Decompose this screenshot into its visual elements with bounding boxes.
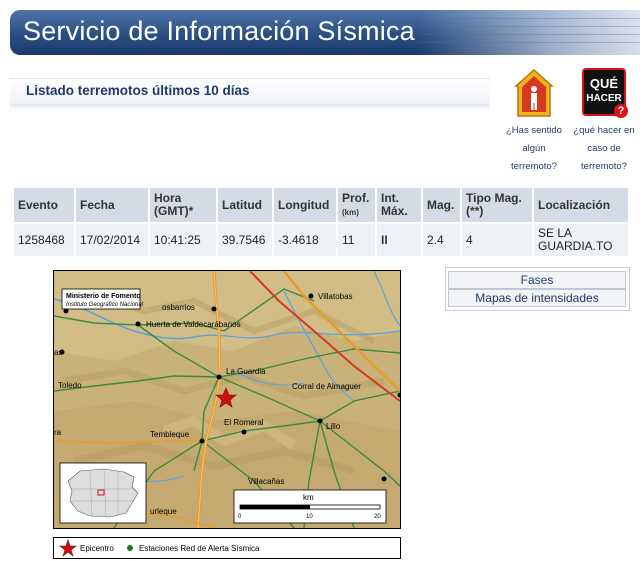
town-osbarrios-marker [211,306,217,312]
felt-label-line-1[interactable]: ¿Has sentido [502,122,566,140]
cell-prof: 11 [338,224,375,256]
header-latitud: Latitud [218,188,272,222]
what-to-do-line-1[interactable]: ¿qué hacer en [568,122,640,140]
town-lillo-marker [317,418,323,424]
map-credit-line-2: Instituto Geográfico Nacional [66,302,144,308]
town-west-marker [63,308,69,314]
town-la-guardia-marker [216,374,222,380]
town-tembleque-label: Tembleque [150,430,190,439]
section-header: Listado terremotos últimos 10 días [10,78,490,105]
what-to-do-line-2[interactable]: caso de [568,140,640,158]
cell-latitud: 39.7546 [218,224,272,256]
town-toledo-label: Toledo [58,381,82,390]
intensity-maps-link[interactable]: Mapas de intensidades [448,289,626,307]
felt-earthquake-link[interactable]: ¿Has sentido algún terremoto? [502,68,566,176]
header-prof: Prof. (km) [338,188,375,222]
town-ra-label: ra [54,428,62,437]
spain-outline [67,468,139,518]
town-lillo-label: Lillo [326,422,341,431]
header-tipo-mag: Tipo Mag. (**) [462,188,532,222]
map-legend: Epicentro Estaciones Red de Alerta Sísmi… [53,537,401,559]
town-el-romeral-marker [241,429,247,435]
banner-decoration [420,10,640,55]
cell-localizacion: SE LA GUARDIA.TO [534,224,628,256]
epicenter-map[interactable]: Ministerio de Fomento Instituto Geográfi… [53,270,401,529]
map-canvas: Ministerio de Fomento Instituto Geográfi… [54,271,400,528]
felt-label-line-3[interactable]: terremoto? [502,158,566,176]
town-villacanas-label: Villacañas [248,477,284,486]
station-dot-icon [127,545,133,551]
town-villatobas-label: Villatobas [318,292,353,301]
header-mag: Mag. [423,188,460,222]
epicenter-star-icon [59,539,77,557]
header-localizacion: Localización [534,188,628,222]
town-el-romeral-label: El Romeral [224,418,264,427]
scale-unit: km [303,493,314,502]
town-southeast-marker [381,476,387,482]
town-corral-label: Corral de Almaguer [292,382,361,391]
town-la-guardia-label: La Guardia [226,367,266,376]
header-int-max: Int. Máx. [377,188,421,222]
town-as-marker [59,349,65,355]
earthquake-table: Evento Fecha Hora (GMT)* Latitud Longitud… [12,186,630,258]
house-person-icon [514,68,554,117]
town-huerta-label: Huerta de Valdecarábanos [146,320,241,329]
legend-epicenter-label: Epicentro [80,544,114,553]
header-fecha: Fecha [76,188,148,222]
what-to-do-link[interactable]: QUÉ HACER ? ¿qué hacer en caso de terrem… [568,68,640,176]
what-to-do-badge: QUÉ HACER ? [582,68,628,118]
badge-line-1: QUÉ [589,76,619,91]
town-osbarrios-label: osbarrios [162,303,195,312]
felt-label-line-2[interactable]: algún [502,140,566,158]
header-hora: Hora (GMT)* [150,188,216,222]
section-shadow [10,104,490,110]
phases-link[interactable]: Fases [448,271,626,289]
cell-tipo-mag: 4 [462,224,532,256]
page-title: Servicio de Información Sísmica [23,16,415,46]
town-huerta-marker [135,321,141,327]
side-links-panel: Fases Mapas de intensidades [445,267,630,311]
town-tembleque-marker [199,438,205,444]
section-title: Listado terremotos últimos 10 días [26,83,250,98]
cell-evento: 1258468 [14,224,74,256]
town-urleque-label: urleque [150,507,177,516]
table-header-row: Evento Fecha Hora (GMT)* Latitud Longitud… [14,188,628,222]
header-evento: Evento [14,188,74,222]
cell-hora: 10:41:25 [150,224,216,256]
map-credit-line-1: Ministerio de Fomento [66,293,141,300]
table-row[interactable]: 1258468 17/02/2014 10:41:25 39.7546 -3.4… [14,224,628,256]
legend-stations-label: Estaciones Red de Alerta Sísmica [139,544,260,553]
cell-int-max[interactable]: II [377,224,421,256]
cell-longitud: -3.4618 [274,224,336,256]
town-villatobas-marker [308,293,314,299]
cell-mag: 2.4 [423,224,460,256]
cell-fecha: 17/02/2014 [76,224,148,256]
header-banner: Servicio de Información Sísmica [10,10,640,55]
scale-tick-10: 10 [306,514,313,520]
header-longitud: Longitud [274,188,336,222]
badge-question-mark: ? [614,104,628,118]
scale-tick-20: 20 [374,514,381,520]
what-to-do-line-3[interactable]: terremoto? [568,158,640,176]
